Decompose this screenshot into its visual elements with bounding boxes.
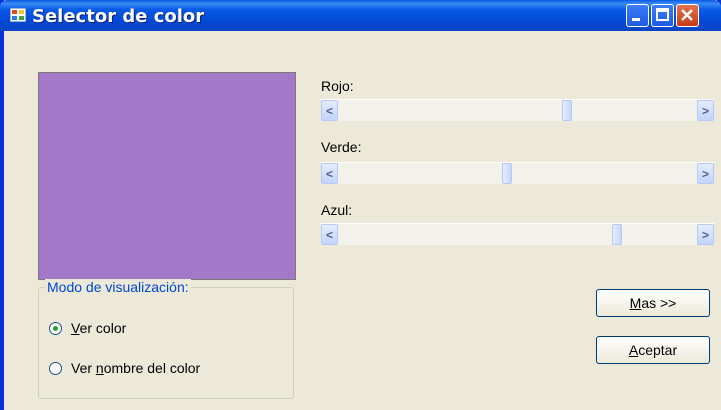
radio-show-color[interactable]: Ver color [49, 320, 126, 336]
scroll-right-arrow-icon[interactable]: > [697, 100, 714, 121]
blue-scroll-thumb[interactable] [612, 224, 622, 245]
window-title: Selector de color [32, 6, 205, 27]
green-scroll-thumb[interactable] [502, 163, 512, 184]
color-selector-window: Selector de color Modo de visualización:… [0, 0, 721, 410]
blue-scrollbar[interactable]: < > [321, 223, 714, 245]
color-preview [38, 72, 296, 280]
close-button[interactable] [676, 4, 699, 27]
maximize-button[interactable] [651, 4, 674, 27]
radio-button-checked[interactable] [49, 321, 62, 335]
red-label: Rojo: [321, 78, 354, 94]
maximize-icon [656, 8, 669, 21]
close-icon [681, 9, 693, 21]
title-bar[interactable]: Selector de color [0, 0, 721, 31]
more-button[interactable]: Mas >> [596, 289, 710, 317]
display-mode-legend: Modo de visualización: [45, 279, 191, 295]
client-area: Modo de visualización: Ver color Ver nom… [8, 31, 721, 410]
red-scrollbar[interactable]: < > [321, 99, 714, 121]
minimize-icon [632, 18, 640, 21]
blue-label: Azul: [321, 202, 353, 218]
radio-button-unchecked[interactable] [49, 361, 62, 375]
green-scrollbar[interactable]: < > [321, 162, 714, 184]
scroll-right-arrow-icon[interactable]: > [697, 163, 714, 184]
red-scroll-thumb[interactable] [562, 100, 572, 121]
display-mode-group: Modo de visualización: Ver color Ver nom… [38, 279, 294, 399]
minimize-button[interactable] [626, 4, 649, 27]
scroll-left-arrow-icon[interactable]: < [321, 224, 338, 245]
radio-show-color-name-label: Ver nombre del color [71, 360, 201, 376]
accept-button[interactable]: Aceptar [596, 336, 710, 364]
radio-show-color-name[interactable]: Ver nombre del color [49, 360, 200, 376]
scroll-left-arrow-icon[interactable]: < [321, 100, 338, 121]
app-icon [10, 8, 26, 22]
scroll-left-arrow-icon[interactable]: < [321, 163, 338, 184]
scroll-right-arrow-icon[interactable]: > [697, 224, 714, 245]
radio-show-color-label: Ver color [71, 320, 127, 336]
green-label: Verde: [321, 139, 362, 155]
